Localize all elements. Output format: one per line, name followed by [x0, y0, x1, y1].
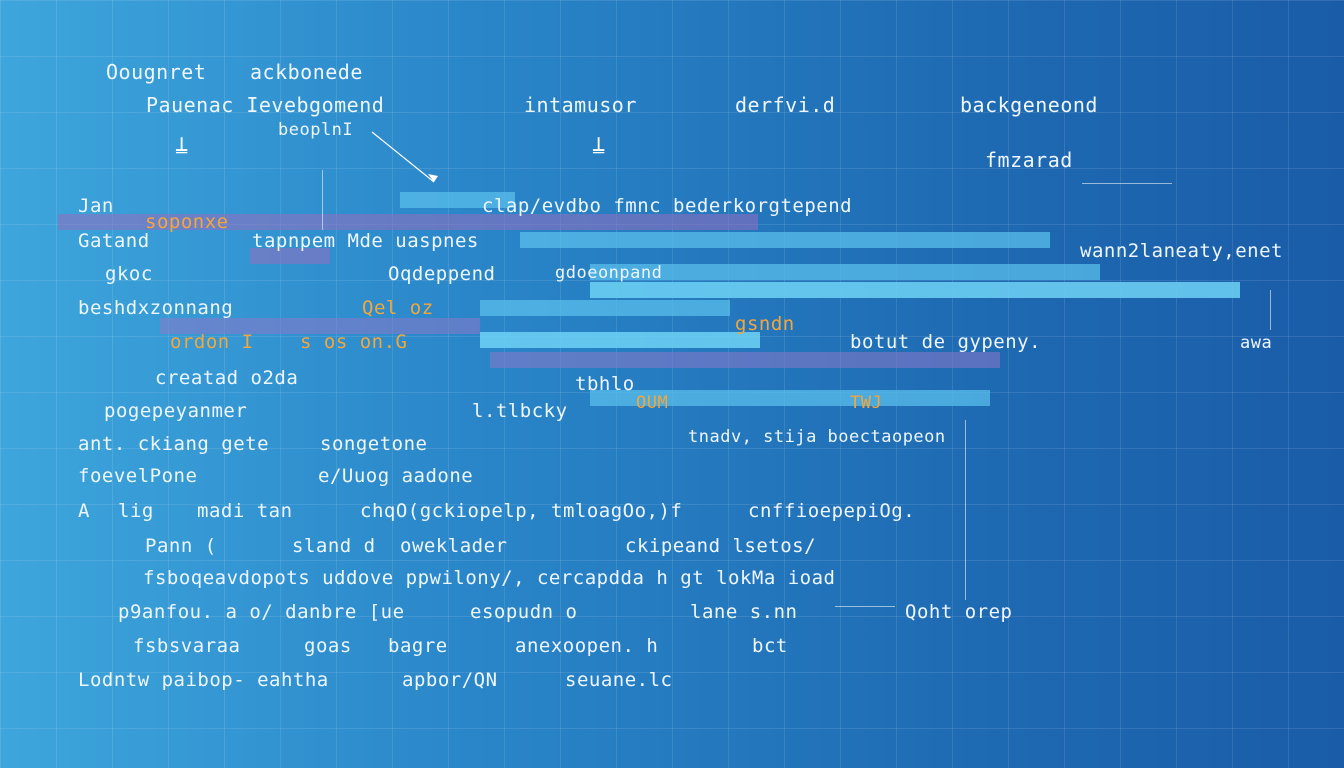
divider	[1082, 183, 1172, 184]
glitch-strip	[480, 300, 730, 316]
code-text: awa	[1240, 333, 1273, 353]
code-text: tbhlo	[575, 373, 635, 395]
code-text: gdoeonpand	[555, 263, 663, 283]
code-text: Qoht orep	[905, 601, 1013, 623]
header-text: intamusor	[524, 93, 637, 117]
code-text: oweklader	[400, 535, 508, 557]
glitch-strip	[520, 232, 1050, 248]
code-text: ckipeand lsetos/	[625, 535, 817, 557]
code-text: pogepeyanmer	[104, 400, 248, 422]
header-text: backgeneond	[960, 93, 1098, 117]
header-text: ackbonede	[250, 60, 363, 84]
code-text: sland d	[292, 535, 376, 557]
code-text: wann2laneaty,enet	[1080, 240, 1283, 262]
glitch-strip	[480, 332, 760, 348]
glitch-strip	[490, 352, 1000, 368]
code-text: p9anfou. a o/ danbre [ue	[118, 601, 405, 623]
code-text: TWJ	[850, 393, 883, 413]
header-text: Oougnret	[106, 60, 207, 84]
code-text: fsbsvaraa	[133, 635, 241, 657]
code-text: apbor/QN	[402, 669, 498, 691]
code-text: anexoopen. h	[515, 635, 659, 657]
code-text: ordon I	[170, 331, 254, 353]
code-text: Lodntw paibop- eahtha	[78, 669, 329, 691]
code-text: clap/evdbo fmnc bederkorgtepend	[482, 195, 853, 217]
arrow-icon	[371, 131, 438, 183]
code-text: lane s.nn	[690, 601, 798, 623]
code-text: seuane.lc	[565, 669, 673, 691]
pin-icon: ⍊	[592, 132, 606, 157]
divider	[322, 170, 323, 230]
code-text: Jan	[78, 195, 114, 217]
code-text: l.tlbcky	[472, 400, 568, 422]
code-text: creatad o2da	[155, 367, 299, 389]
code-text: Qel oz	[362, 297, 434, 319]
code-text: fsboqeavdopots uddove ppwilony/, cercapd…	[143, 567, 836, 589]
header-text: fmzarad	[985, 148, 1073, 172]
code-text: madi tan	[197, 500, 293, 522]
code-text: A	[78, 500, 90, 522]
glitch-strip	[590, 264, 1100, 280]
divider	[965, 420, 966, 600]
code-text: tnadv, stija boectaopeon	[688, 427, 946, 447]
divider	[835, 606, 895, 607]
code-text: s os on.G	[300, 331, 408, 353]
code-text: cnffioepepiOg.	[748, 500, 916, 522]
code-text: bagre	[388, 635, 448, 657]
code-text: tapnpem Mde uaspnes	[252, 230, 479, 252]
code-text: e/Uuog aadone	[318, 465, 474, 487]
code-text: OUM	[636, 393, 669, 413]
code-text: Pann (	[145, 535, 217, 557]
code-text: chqO(gckiopelp, tmloagOo,)f	[360, 500, 683, 522]
code-text: soponxe	[145, 211, 229, 233]
code-text: foevelPone	[78, 465, 198, 487]
code-text: esopudn o	[470, 601, 578, 623]
header-text: Pauenac Ievebgomend	[146, 93, 385, 117]
code-text: goas	[304, 635, 352, 657]
code-text: bct	[752, 635, 788, 657]
code-text: ant. ckiang gete	[78, 433, 270, 455]
pin-icon: ⍊	[175, 132, 189, 157]
divider	[1270, 290, 1271, 330]
code-text: gkoc	[105, 263, 153, 285]
code-text: beshdxzonnang	[78, 297, 234, 319]
header-text: derfvi.d	[735, 93, 836, 117]
code-text: songetone	[320, 433, 428, 455]
code-text: Oqdeppend	[388, 263, 496, 285]
code-text: lig	[118, 500, 154, 522]
code-text: botut de gypeny.	[850, 331, 1042, 353]
header-text: beoplnI	[278, 120, 354, 140]
code-text: gsndn	[735, 313, 795, 335]
glitch-strip	[590, 282, 1240, 298]
code-text: Gatand	[78, 230, 150, 252]
